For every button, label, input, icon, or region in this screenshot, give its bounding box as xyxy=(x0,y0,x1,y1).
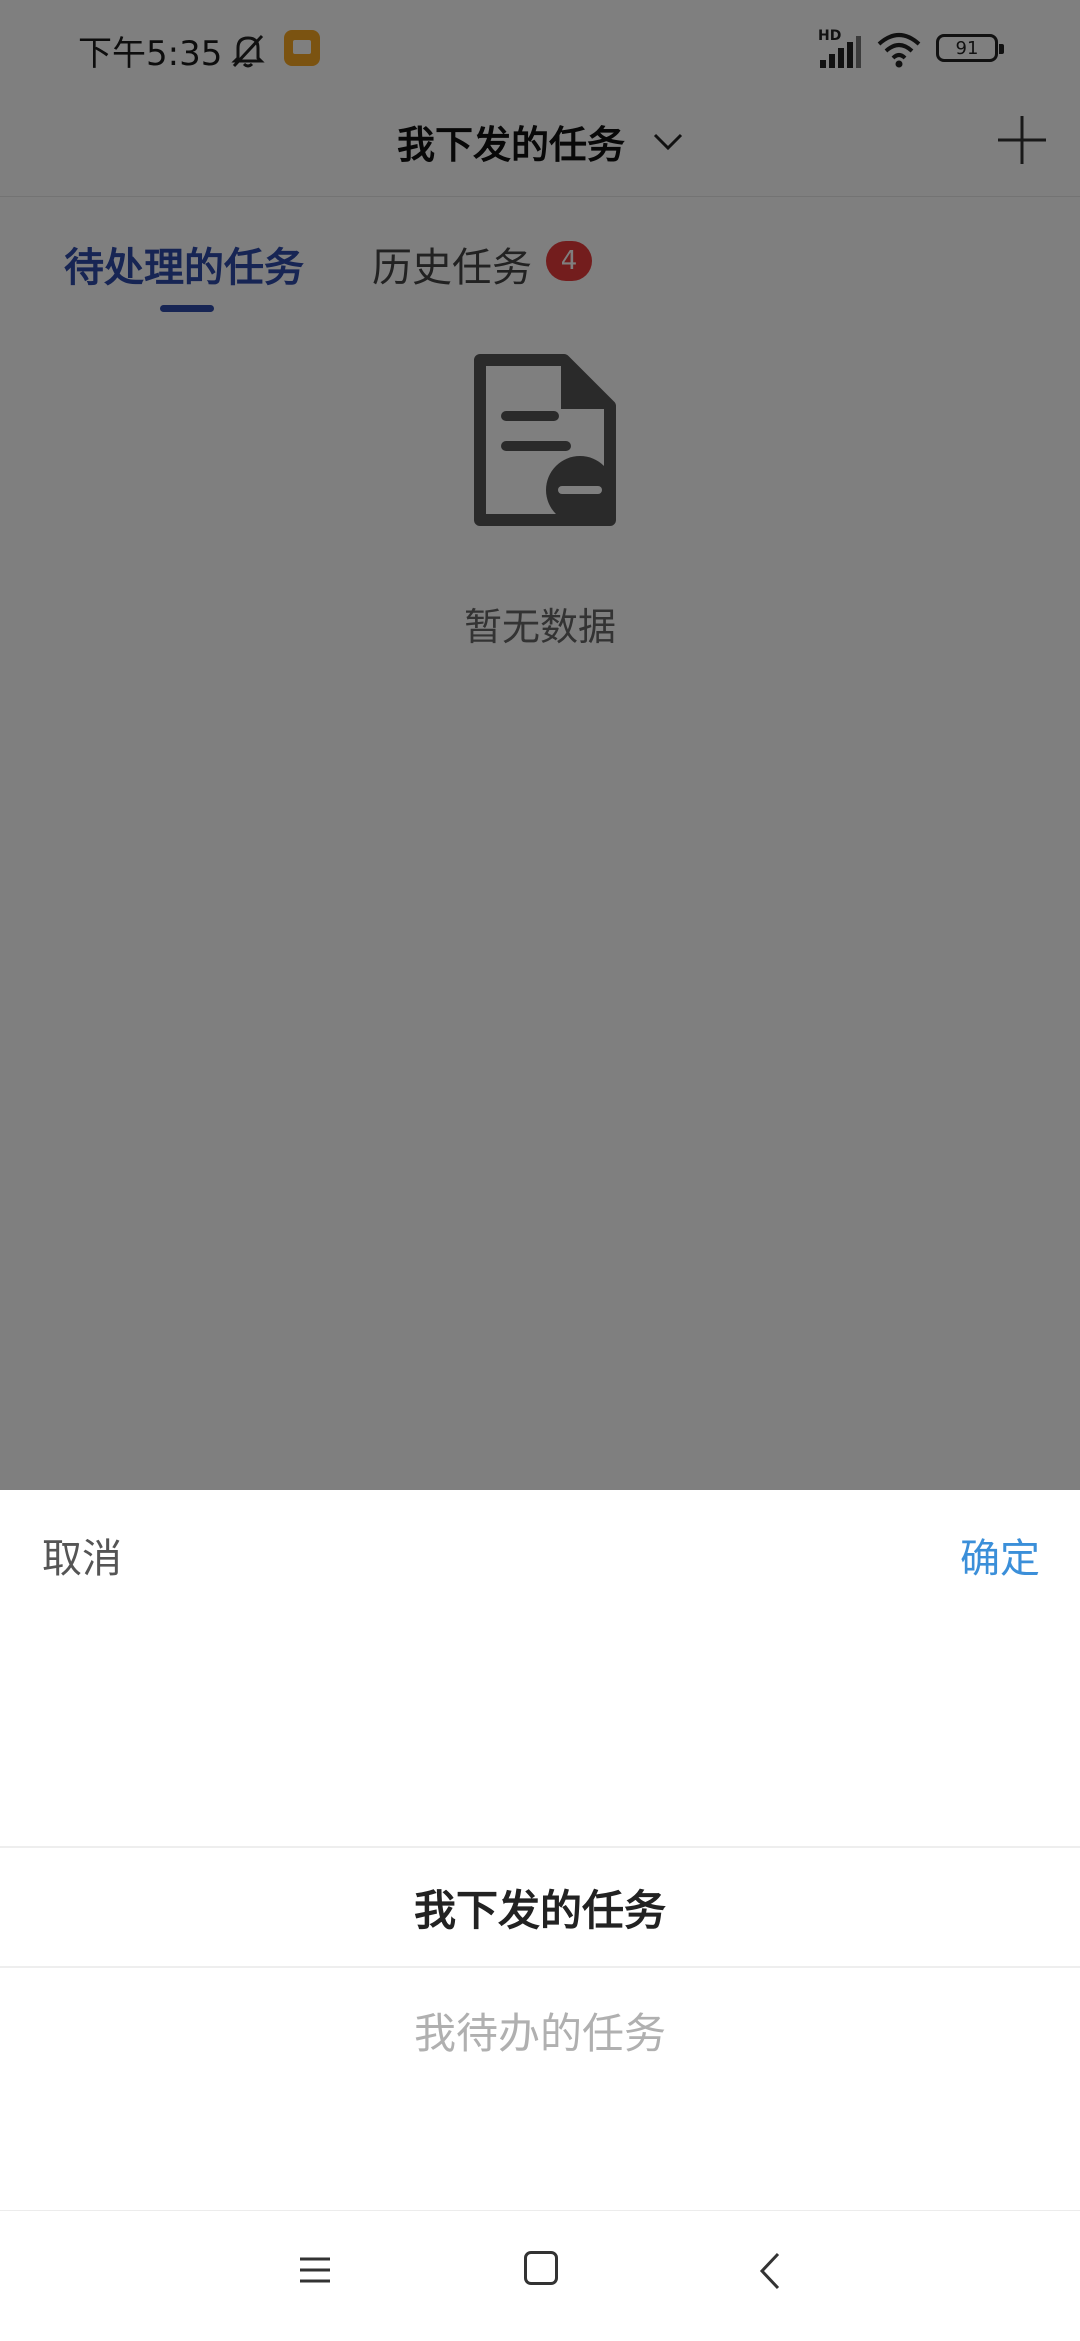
system-nav-bar xyxy=(0,2210,1080,2341)
page: 下午5:35 HD 91 我下发的任务 xyxy=(0,0,1080,2341)
back-icon[interactable] xyxy=(758,2251,782,2291)
picker-option-selected[interactable]: 我下发的任务 xyxy=(0,1877,1080,1938)
confirm-button[interactable]: 确定 xyxy=(960,1526,1040,1584)
modal-overlay[interactable] xyxy=(0,0,1080,1490)
cancel-button[interactable]: 取消 xyxy=(42,1526,122,1584)
picker-divider-bottom xyxy=(0,1966,1080,1968)
picker-option[interactable]: 我待办的任务 xyxy=(0,2000,1080,2061)
picker-divider-top xyxy=(0,1846,1080,1848)
home-icon[interactable] xyxy=(524,2251,558,2285)
menu-icon[interactable] xyxy=(298,2255,332,2285)
